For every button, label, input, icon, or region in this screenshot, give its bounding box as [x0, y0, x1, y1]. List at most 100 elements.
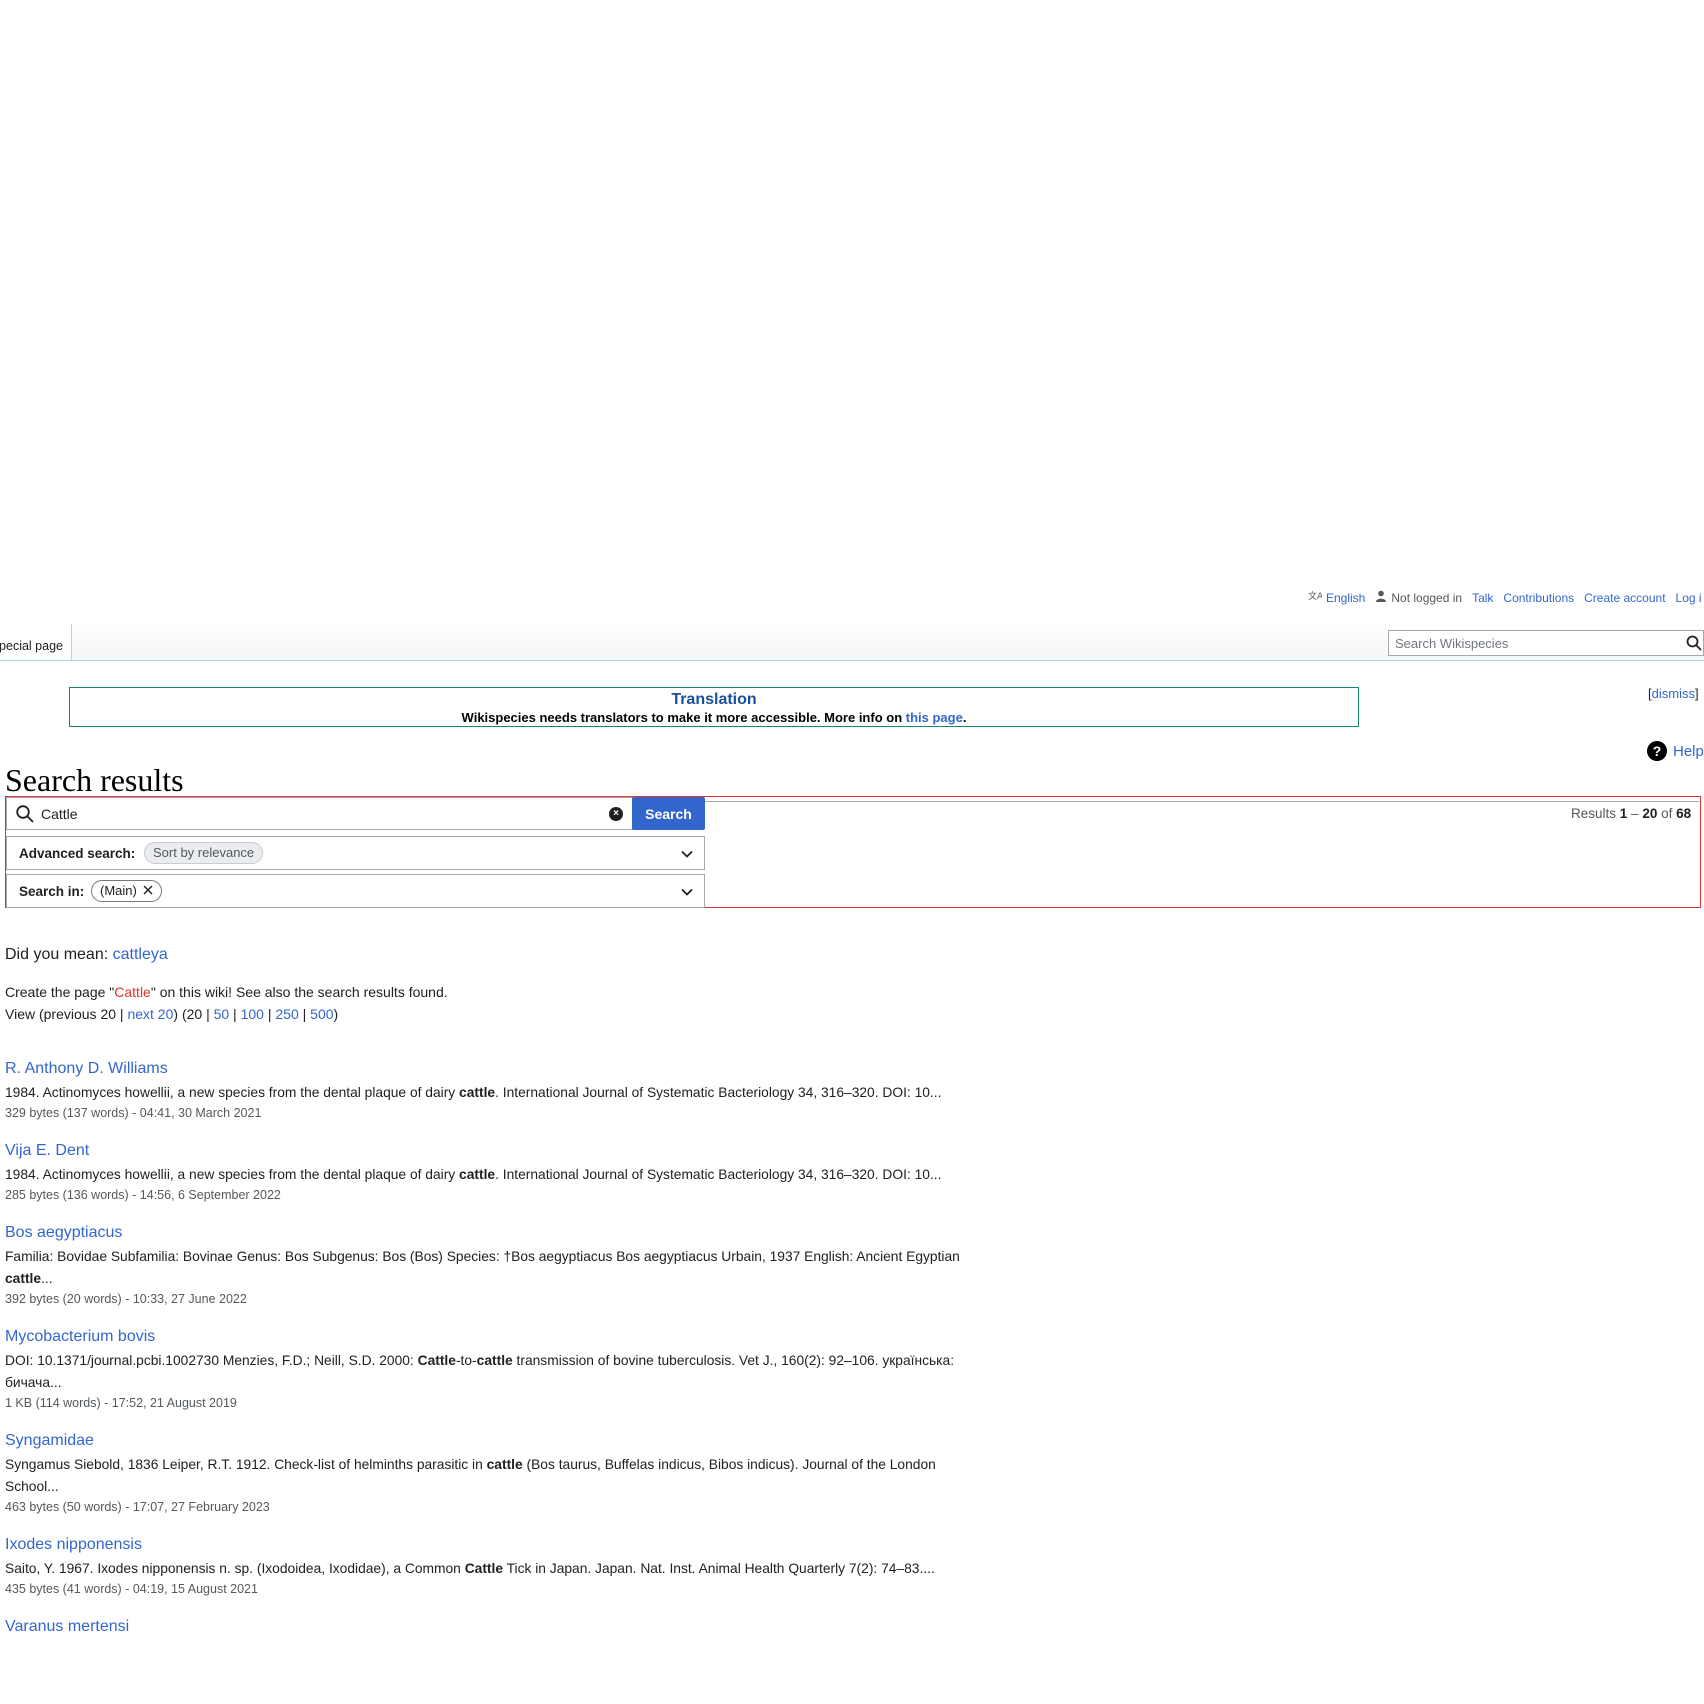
result-title-link[interactable]: R. Anthony D. Williams: [5, 1060, 1005, 1078]
tab-special-page-label: pecial page: [0, 639, 63, 653]
create-account-link[interactable]: Create account: [1584, 591, 1665, 605]
language-selector[interactable]: 文A English: [1308, 590, 1365, 605]
tab-special-page[interactable]: pecial page: [0, 624, 72, 660]
namespace-chip: (Main): [91, 880, 162, 902]
dismiss-bracket-close: ]: [1694, 686, 1699, 701]
limit-500-link[interactable]: 500: [310, 1006, 333, 1022]
did-you-mean-prefix: Did you mean:: [5, 946, 113, 963]
results-range-end: 20: [1642, 806, 1658, 821]
result-meta: 392 bytes (20 words) - 10:33, 27 June 20…: [5, 1292, 247, 1306]
log-in-link[interactable]: Log i: [1676, 591, 1702, 605]
snippet-match: cattle: [459, 1167, 496, 1182]
not-logged-in-text: Not logged in: [1391, 590, 1463, 605]
user-status: Not logged in: [1375, 590, 1462, 605]
result-title-link[interactable]: Mycobacterium bovis: [5, 1328, 1005, 1346]
snippet-match: cattle: [486, 1457, 523, 1472]
view-sep: |: [263, 1006, 276, 1022]
snippet-match: cattle: [459, 1085, 496, 1100]
result-snippet: Saito, Y. 1967. Ixodes nipponensis n. sp…: [5, 1558, 980, 1580]
help-label[interactable]: Help: [1673, 743, 1704, 760]
sort-chip-label: Sort by relevance: [153, 845, 255, 860]
create-page-link[interactable]: Cattle: [114, 984, 151, 1000]
results-dash: –: [1627, 806, 1643, 821]
view-mid: ) (20 |: [173, 1006, 214, 1022]
limit-100-link[interactable]: 100: [241, 1006, 264, 1022]
limit-50-link[interactable]: 50: [214, 1006, 230, 1022]
search-button[interactable]: Search: [632, 797, 705, 830]
tabs-row: pecial page Search Wikispecies: [0, 624, 1704, 661]
did-you-mean-suggestion[interactable]: cattleya: [113, 946, 168, 963]
search-in-label: Search in:: [19, 884, 85, 899]
talk-link[interactable]: Talk: [1472, 591, 1493, 605]
namespace-chip-label: (Main): [100, 883, 137, 898]
snippet-text: -to-: [455, 1353, 477, 1368]
clear-icon[interactable]: ×: [609, 807, 623, 821]
view-sep: |: [229, 1006, 241, 1022]
did-you-mean: Did you mean: cattleya: [5, 946, 168, 964]
search-input-value: Cattle: [41, 806, 78, 822]
sort-chip: Sort by relevance: [144, 842, 264, 864]
pagination: View (previous 20 | next 20) (20 | 50 | …: [5, 1006, 338, 1022]
create-prefix: Create the page ": [5, 984, 115, 1000]
result-title-link[interactable]: Vija E. Dent: [5, 1142, 1005, 1160]
header-search-input[interactable]: Search Wikispecies: [1388, 630, 1704, 656]
list-item: R. Anthony D. Williams 1984. Actinomyces…: [5, 1060, 1005, 1120]
banner-text-suffix: .: [962, 710, 967, 725]
search-icon[interactable]: [1685, 634, 1703, 652]
result-snippet: 1984. Actinomyces howellii, a new specie…: [5, 1082, 980, 1104]
banner-text-prefix: Wikispecies needs translators to make it…: [461, 710, 906, 725]
snippet-match: cattle: [5, 1271, 42, 1286]
chevron-down-icon[interactable]: [680, 847, 694, 861]
result-title-link[interactable]: Syngamidae: [5, 1432, 1005, 1450]
language-link[interactable]: English: [1326, 591, 1365, 605]
dismiss-link[interactable]: dismiss: [1652, 686, 1695, 701]
result-title-link[interactable]: Varanus mertensi: [5, 1618, 1005, 1636]
header-search-placeholder: Search Wikispecies: [1395, 636, 1509, 651]
user-icon: [1375, 590, 1387, 605]
result-snippet: Syngamus Siebold, 1836 Leiper, R.T. 1912…: [5, 1454, 980, 1498]
list-item: Ixodes nipponensis Saito, Y. 1967. Ixode…: [5, 1536, 1005, 1596]
search-icon: [15, 804, 35, 824]
snippet-text: Tick in Japan. Japan. Nat. Inst. Animal …: [503, 1561, 935, 1576]
result-meta: 435 bytes (41 words) - 04:19, 15 August …: [5, 1582, 258, 1596]
result-title-link[interactable]: Ixodes nipponensis: [5, 1536, 1005, 1554]
contributions-link[interactable]: Contributions: [1503, 591, 1574, 605]
limit-250-link[interactable]: 250: [275, 1006, 298, 1022]
view-prefix: View (previous 20 |: [5, 1006, 128, 1022]
results-count: Results 1 – 20 of 68: [1571, 806, 1691, 821]
result-title-link[interactable]: Bos aegyptiacus: [5, 1224, 1005, 1242]
chevron-down-icon[interactable]: [680, 885, 694, 899]
search-input[interactable]: Cattle ×: [6, 797, 633, 830]
help-icon: ?: [1647, 741, 1667, 761]
personal-tools: 文A English Not logged in Talk Contributi…: [0, 590, 1704, 610]
result-meta: 1 KB (114 words) - 17:52, 21 August 2019: [5, 1396, 237, 1410]
search-in-dropdown[interactable]: Search in: (Main): [6, 874, 705, 908]
result-snippet: 1984. Actinomyces howellii, a new specie…: [5, 1164, 980, 1186]
advanced-search-dropdown[interactable]: Advanced search: Sort by relevance: [6, 836, 705, 870]
close-icon[interactable]: [143, 881, 153, 901]
page: 文A English Not logged in Talk Contributi…: [0, 0, 1704, 1704]
results-of: of: [1657, 806, 1677, 821]
advanced-search-label: Advanced search:: [19, 846, 136, 861]
create-page-notice: Create the page "Cattle" on this wiki! S…: [5, 984, 448, 1000]
snippet-text: ...: [41, 1271, 53, 1286]
banner-link[interactable]: this page: [906, 710, 963, 725]
list-item: Mycobacterium bovis DOI: 10.1371/journal…: [5, 1328, 1005, 1410]
next-20-link[interactable]: next 20: [127, 1006, 173, 1022]
list-item: Vija E. Dent 1984. Actinomyces howellii,…: [5, 1142, 1005, 1202]
banner-title: Translation: [671, 691, 757, 708]
snippet-text: Familia: Bovidae Subfamilia: Bovinae Gen…: [5, 1249, 960, 1264]
list-item: Varanus mertensi: [5, 1618, 1005, 1636]
snippet-text: 1984. Actinomyces howellii, a new specie…: [5, 1085, 460, 1100]
snippet-text: Saito, Y. 1967. Ixodes nipponensis n. sp…: [5, 1561, 465, 1576]
snippet-match: Cattle: [417, 1353, 456, 1368]
dismiss-control: [dismiss]: [1648, 686, 1699, 701]
translate-icon: 文A: [1308, 590, 1324, 605]
search-results-list: R. Anthony D. Williams 1984. Actinomyces…: [5, 1060, 1005, 1658]
result-snippet: Familia: Bovidae Subfamilia: Bovinae Gen…: [5, 1246, 980, 1290]
results-prefix: Results: [1571, 806, 1620, 821]
help-link[interactable]: ? Help: [1647, 741, 1704, 761]
list-item: Bos aegyptiacus Familia: Bovidae Subfami…: [5, 1224, 1005, 1306]
svg-text:文A: 文A: [1308, 590, 1322, 602]
results-total: 68: [1676, 806, 1692, 821]
